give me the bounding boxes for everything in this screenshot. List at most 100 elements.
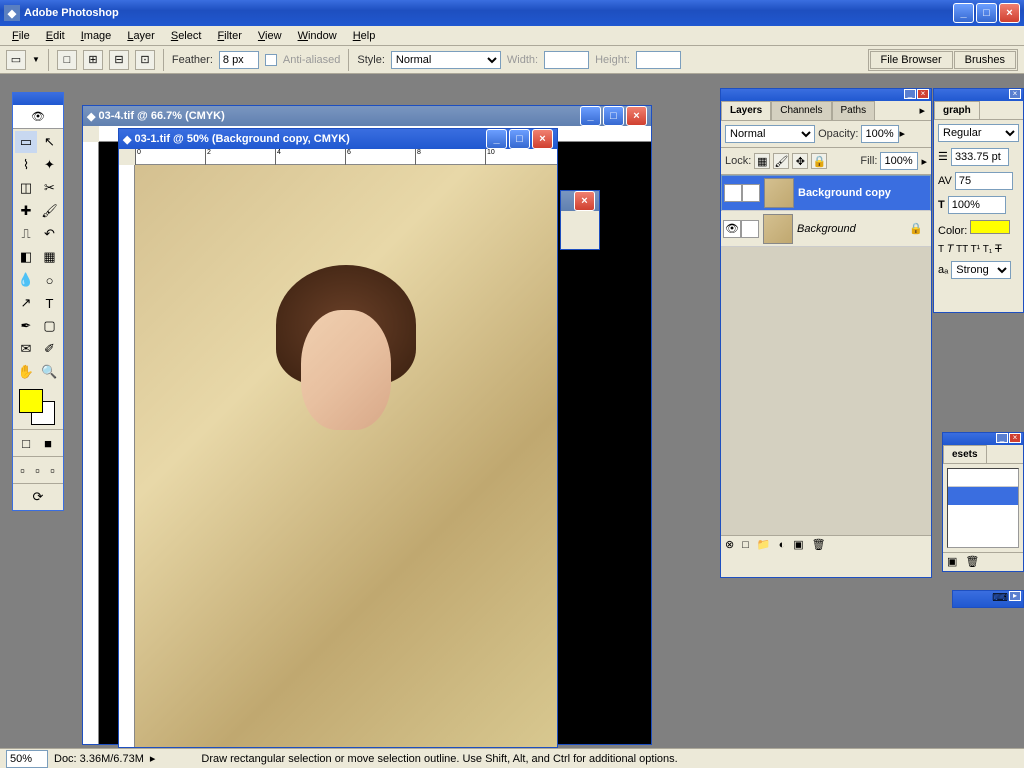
eyedropper-tool[interactable]: ✐: [39, 338, 61, 360]
aa-select[interactable]: Strong: [951, 261, 1011, 279]
menu-edit[interactable]: Edit: [38, 28, 73, 44]
sel-new-icon[interactable]: □: [57, 50, 77, 70]
menu-layer[interactable]: Layer: [119, 28, 163, 44]
marquee-tool[interactable]: ▭: [15, 131, 37, 153]
mask-icon[interactable]: □: [742, 539, 749, 551]
minimize-button[interactable]: _: [953, 3, 974, 23]
layer-row[interactable]: 👁 Background 🔒: [721, 211, 931, 247]
hand-tool[interactable]: ✋: [15, 361, 37, 383]
tab-brushes[interactable]: Brushes: [954, 51, 1016, 69]
presets-list[interactable]: [947, 468, 1019, 548]
dropdown-icon[interactable]: ▼: [32, 55, 40, 64]
maximize-button[interactable]: □: [976, 3, 997, 23]
blend-mode-select[interactable]: Normal: [725, 125, 815, 143]
menu-select[interactable]: Select: [163, 28, 210, 44]
slice-tool[interactable]: ✂: [39, 177, 61, 199]
lock-paint-icon[interactable]: 🖌: [773, 153, 789, 169]
close-button[interactable]: ×: [999, 3, 1020, 23]
menu-filter[interactable]: Filter: [209, 28, 249, 44]
status-arrow-icon[interactable]: ▸: [150, 752, 156, 765]
quick-mask-button[interactable]: ■: [37, 432, 59, 454]
font-style-select[interactable]: Regular: [938, 124, 1019, 142]
sel-sub-icon[interactable]: ⊟: [109, 50, 129, 70]
lock-all-icon[interactable]: 🔒: [811, 153, 827, 169]
doc-title-front[interactable]: ◆ 03-1.tif @ 50% (Background copy, CMYK)…: [119, 129, 557, 149]
standard-mode-button[interactable]: □: [15, 432, 37, 454]
new-icon[interactable]: ▣: [947, 555, 957, 568]
doc-min[interactable]: _: [580, 106, 601, 126]
blur-tool[interactable]: 💧: [15, 269, 37, 291]
panel-close-icon[interactable]: ×: [1009, 89, 1021, 99]
gradient-tool[interactable]: ▦: [39, 246, 61, 268]
tab-presets[interactable]: esets: [943, 445, 987, 463]
move-tool[interactable]: ↖: [39, 131, 61, 153]
text-color-swatch[interactable]: [970, 220, 1010, 234]
layer-row[interactable]: 👁 🖌 Background copy: [721, 175, 931, 211]
trash-icon[interactable]: 🗑: [965, 555, 979, 568]
doc-close[interactable]: ×: [626, 106, 647, 126]
crop-tool[interactable]: ◫: [15, 177, 37, 199]
opacity-input[interactable]: [861, 125, 899, 143]
layer-name[interactable]: Background: [797, 223, 856, 235]
type-tool[interactable]: T: [39, 292, 61, 314]
tracking-input[interactable]: [955, 172, 1013, 190]
lock-trans-icon[interactable]: ▦: [754, 153, 770, 169]
doc-max[interactable]: □: [603, 106, 624, 126]
wand-tool[interactable]: ✦: [39, 154, 61, 176]
opacity-arrow-icon[interactable]: ▸: [899, 128, 905, 140]
feather-input[interactable]: [219, 51, 259, 69]
menu-window[interactable]: Window: [290, 28, 345, 44]
layer-thumb[interactable]: [764, 178, 794, 208]
keyboard-icon[interactable]: ⌨: [992, 591, 1008, 607]
dodge-tool[interactable]: ○: [39, 269, 61, 291]
lasso-tool[interactable]: ⌇: [15, 154, 37, 176]
pen-tool[interactable]: ✒: [15, 315, 37, 337]
doc-close-mid[interactable]: ×: [574, 191, 595, 211]
doc-size-label[interactable]: Doc: 3.36M/6.73M: [54, 753, 144, 765]
style-select[interactable]: Normal: [391, 51, 501, 69]
panel-header[interactable]: _ ×: [721, 89, 931, 101]
folder-icon[interactable]: 📁: [757, 538, 771, 551]
doc-title-back[interactable]: ◆ 03-4.tif @ 66.7% (CMYK) _□×: [83, 106, 651, 126]
toolbox-header[interactable]: [13, 93, 63, 105]
zoom-input[interactable]: [6, 750, 48, 768]
notes-tool[interactable]: ✉: [15, 338, 37, 360]
visibility-icon[interactable]: 👁: [724, 184, 742, 202]
zoom-tool[interactable]: 🔍: [39, 361, 61, 383]
link-icon[interactable]: 🖌: [742, 184, 760, 202]
doc-close-front[interactable]: ×: [532, 129, 553, 149]
sel-add-icon[interactable]: ⊞: [83, 50, 103, 70]
canvas-front[interactable]: [135, 165, 557, 747]
heal-tool[interactable]: ✚: [15, 200, 37, 222]
fg-color-swatch[interactable]: [19, 389, 43, 413]
panel-menu-icon[interactable]: ▸: [1009, 591, 1021, 601]
stamp-tool[interactable]: ⎍: [15, 223, 37, 245]
new-layer-icon[interactable]: ▣: [793, 538, 803, 551]
trash-icon[interactable]: 🗑: [812, 538, 826, 551]
sel-intersect-icon[interactable]: ⊡: [135, 50, 155, 70]
brush-tool[interactable]: 🖌: [39, 200, 61, 222]
panel-close-icon[interactable]: ×: [917, 89, 929, 99]
menu-help[interactable]: Help: [345, 28, 384, 44]
document-window-mid[interactable]: ×: [560, 190, 600, 250]
tab-paragraph[interactable]: graph: [934, 101, 980, 119]
layer-thumb[interactable]: [763, 214, 793, 244]
tab-paths[interactable]: Paths: [832, 101, 876, 120]
visibility-icon[interactable]: 👁: [723, 220, 741, 238]
history-brush-tool[interactable]: ↶: [39, 223, 61, 245]
document-window-front[interactable]: ◆ 03-1.tif @ 50% (Background copy, CMYK)…: [118, 128, 558, 748]
lock-move-icon[interactable]: ✥: [792, 153, 808, 169]
scale-input[interactable]: [948, 196, 1006, 214]
link-icon[interactable]: [741, 220, 759, 238]
fill-arrow-icon[interactable]: ▸: [921, 155, 927, 168]
tab-file-browser[interactable]: File Browser: [870, 51, 953, 69]
panel-min-icon[interactable]: _: [996, 433, 1008, 443]
screen-mode-1[interactable]: ▫: [15, 459, 30, 481]
shape-tool[interactable]: ▢: [39, 315, 61, 337]
eraser-tool[interactable]: ◧: [15, 246, 37, 268]
doc-min-front[interactable]: _: [486, 129, 507, 149]
menu-view[interactable]: View: [250, 28, 290, 44]
jump-to-imageready[interactable]: ⟳: [27, 486, 49, 508]
panel-min-icon[interactable]: _: [904, 89, 916, 99]
size-input[interactable]: [951, 148, 1009, 166]
